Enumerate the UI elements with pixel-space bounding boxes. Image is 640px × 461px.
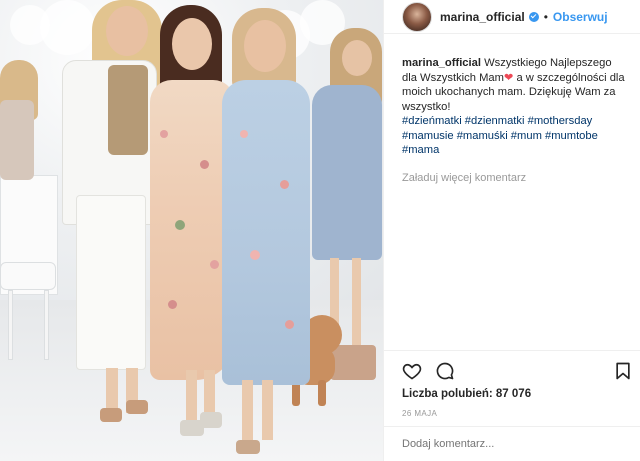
bookmark-icon[interactable] [613,361,633,381]
header-username[interactable]: marina_official [440,10,525,24]
hashtags-line-3[interactable]: #mama [402,144,439,156]
post-header: marina_official • Obserwuj [384,0,640,34]
post-actions-bar [384,350,640,388]
verified-badge-icon [528,11,539,22]
stool-leg [44,290,49,360]
header-separator: • [543,9,548,24]
heart-icon[interactable] [402,361,422,381]
balloon-decoration [40,0,95,55]
piano-stool [0,262,56,290]
avatar[interactable] [402,1,432,32]
comment-icon[interactable] [435,361,455,381]
likes-count[interactable]: Liczba polubień: 87 076 [402,388,531,400]
stool-leg [8,290,13,360]
comment-input[interactable] [402,438,602,450]
post-photo[interactable] [0,0,383,461]
hashtags-line-1[interactable]: #dzieńmatki #dzienmatki #mothersday [402,115,592,127]
heart-emoji-icon: ❤ [503,71,514,84]
caption-username[interactable]: marina_official [402,57,481,69]
comment-bar [384,426,640,461]
post-details-panel: marina_official • Obserwuj marina_offici… [383,0,640,461]
load-more-comments-link[interactable]: Załaduj więcej komentarz [384,158,640,184]
post-caption: marina_official Wszystkiego Najlepszego … [384,34,640,158]
post-date[interactable]: 26 MAJA [402,409,437,418]
hashtags-line-2[interactable]: #mamusie #mamuśki #mum #mumtobe [402,130,598,142]
follow-button[interactable]: Obserwuj [553,10,608,24]
